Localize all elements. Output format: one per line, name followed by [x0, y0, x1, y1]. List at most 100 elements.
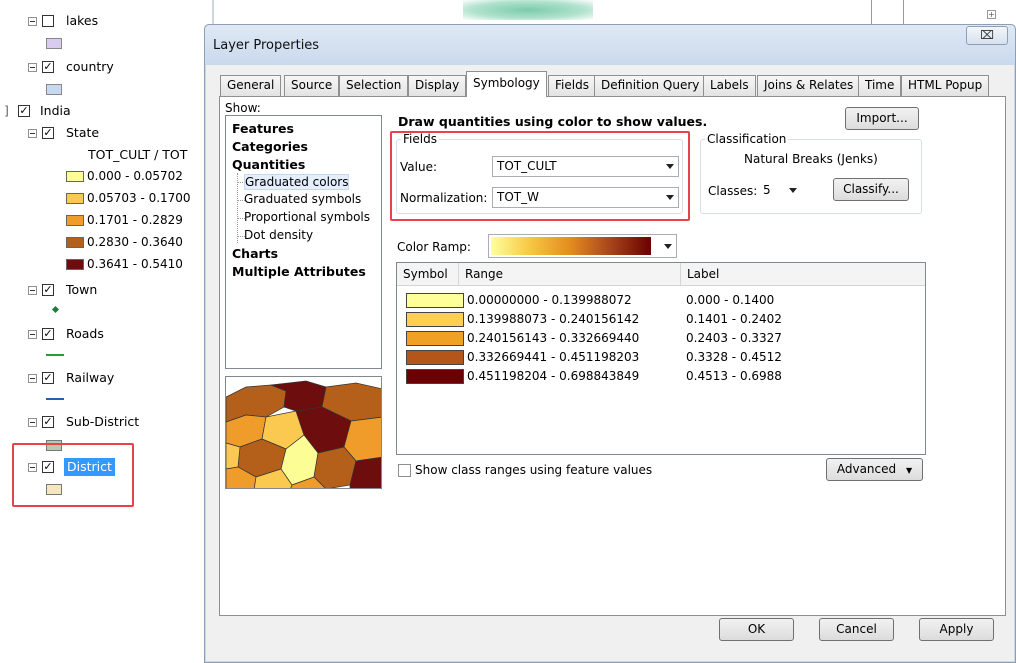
renderer-multiple-attributes[interactable]: Multiple Attributes	[232, 264, 366, 279]
class-range[interactable]: 0.240156143 - 0.332669440	[467, 329, 639, 347]
tab-time[interactable]: Time	[858, 75, 902, 96]
layer-name: country	[66, 59, 114, 74]
collapse-icon[interactable]	[28, 17, 37, 26]
class-range[interactable]: 0.139988073 - 0.240156142	[467, 310, 639, 328]
map-fragment	[463, 0, 593, 20]
legend-label: 0.000 - 0.05702	[87, 169, 183, 183]
expand-icon[interactable]: +	[987, 10, 996, 19]
tab-general[interactable]: General	[220, 75, 282, 96]
tab-joins-relates[interactable]: Joins & Relates	[757, 75, 861, 96]
close-icon: ⌧	[980, 28, 994, 42]
table-row[interactable]: 0.451198204 - 0.698843849 0.4513 - 0.6988	[397, 367, 925, 385]
layer-name: State	[66, 125, 100, 140]
dialog-client: General Source Selection Display Symbolo…	[211, 65, 1009, 656]
tab-fields[interactable]: Fields	[548, 75, 596, 96]
class-symbol-swatch[interactable]	[406, 369, 464, 384]
tab-display[interactable]: Display	[408, 75, 467, 96]
cancel-button[interactable]: Cancel	[819, 618, 894, 641]
advanced-button[interactable]: Advanced ▼	[826, 458, 923, 481]
renderer-proportional-symbols[interactable]: Proportional symbols	[244, 210, 370, 224]
table-row[interactable]: 0.240156143 - 0.332669440 0.2403 - 0.3327	[397, 329, 925, 347]
preview-map-image	[226, 377, 381, 488]
classification-group-title: Classification	[705, 132, 789, 146]
tab-labels[interactable]: Labels	[703, 75, 756, 96]
class-range[interactable]: 0.332669441 - 0.451198203	[467, 348, 639, 366]
renderer-categories[interactable]: Categories	[232, 139, 308, 154]
classes-select[interactable]: 5	[758, 180, 802, 201]
classification-method: Natural Breaks (Jenks)	[744, 152, 878, 166]
tab-selection[interactable]: Selection	[339, 75, 409, 96]
collapse-icon[interactable]	[28, 286, 37, 295]
checkbox-checked-icon[interactable]: ✓	[42, 127, 54, 139]
show-ranges-checkbox[interactable]	[398, 464, 411, 477]
close-button[interactable]: ⌧	[966, 26, 1008, 45]
renderer-dot-density[interactable]: Dot density	[244, 228, 313, 242]
checkbox-checked-icon[interactable]: ✓	[42, 328, 54, 340]
state-field-name: TOT_CULT / TOT	[88, 147, 188, 162]
renderer-graduated-colors[interactable]: Graduated colors	[244, 174, 350, 190]
class-symbol-table[interactable]: Symbol Range Label 0.00000000 - 0.139988…	[396, 262, 926, 455]
checkbox-checked-icon[interactable]: ✓	[42, 284, 54, 296]
layer-name: Railway	[66, 370, 115, 385]
tab-definition-query[interactable]: Definition Query	[594, 75, 707, 96]
renderer-features[interactable]: Features	[232, 121, 294, 136]
tree-connector	[237, 173, 238, 243]
classify-button[interactable]: Classify...	[833, 178, 909, 201]
legend-swatch	[66, 259, 84, 270]
collapse-icon[interactable]	[28, 418, 37, 427]
import-button[interactable]: Import...	[845, 107, 919, 130]
map-divider	[871, 0, 872, 24]
class-label[interactable]: 0.3328 - 0.4512	[686, 348, 782, 366]
show-ranges-label: Show class ranges using feature values	[415, 463, 653, 477]
tab-symbology[interactable]: Symbology	[466, 71, 547, 97]
checkbox-checked-icon[interactable]: ✓	[42, 372, 54, 384]
renderer-list[interactable]: Features Categories Quantities Graduated…	[225, 115, 382, 369]
lakes-swatch	[46, 38, 62, 49]
table-row[interactable]: 0.00000000 - 0.139988072 0.000 - 0.1400	[397, 291, 925, 309]
layer-name: Roads	[66, 326, 104, 341]
show-label: Show:	[225, 101, 261, 115]
class-symbol-swatch[interactable]	[406, 312, 464, 327]
table-row[interactable]: 0.139988073 - 0.240156142 0.1401 - 0.2402	[397, 310, 925, 328]
renderer-graduated-symbols[interactable]: Graduated symbols	[244, 192, 361, 206]
class-symbol-swatch[interactable]	[406, 350, 464, 365]
class-symbol-swatch[interactable]	[406, 331, 464, 346]
layer-name: Town	[66, 282, 98, 297]
collapse-icon[interactable]	[28, 330, 37, 339]
railway-line-icon	[46, 398, 64, 400]
color-ramp-select[interactable]	[488, 234, 677, 258]
tab-html-popup[interactable]: HTML Popup	[901, 75, 990, 96]
column-header-symbol[interactable]: Symbol	[397, 263, 459, 286]
renderer-quantities[interactable]: Quantities	[232, 157, 305, 172]
class-label[interactable]: 0.2403 - 0.3327	[686, 329, 782, 347]
checkbox-checked-icon[interactable]: ✓	[42, 61, 54, 73]
class-label[interactable]: 0.4513 - 0.6988	[686, 367, 782, 385]
checkbox-checked-icon[interactable]: ✓	[42, 416, 54, 428]
class-range[interactable]: 0.00000000 - 0.139988072	[467, 291, 632, 309]
class-symbol-swatch[interactable]	[406, 293, 464, 308]
renderer-charts[interactable]: Charts	[232, 246, 278, 261]
checkbox-checked-icon[interactable]: ✓	[18, 105, 30, 117]
class-label[interactable]: 0.000 - 0.1400	[686, 291, 774, 309]
collapse-icon[interactable]	[28, 63, 37, 72]
legend-label: 0.05703 - 0.1700	[87, 191, 191, 205]
legend-swatch	[66, 171, 84, 182]
renderer-description: Draw quantities using color to show valu…	[398, 114, 708, 129]
column-header-range[interactable]: Range	[459, 263, 681, 286]
collapse-icon[interactable]	[28, 374, 37, 383]
color-ramp-label: Color Ramp:	[397, 240, 471, 254]
table-row[interactable]: 0.332669441 - 0.451198203 0.3328 - 0.4512	[397, 348, 925, 366]
dialog-titlebar[interactable]: Layer Properties ⌧	[205, 25, 1015, 65]
town-point-icon	[51, 305, 60, 314]
ok-button[interactable]: OK	[719, 618, 794, 641]
table-of-contents: lakes ✓ country ] ✓ India ✓ State TOT_CU…	[0, 0, 215, 663]
apply-button[interactable]: Apply	[919, 618, 994, 641]
legend-swatch	[66, 237, 84, 248]
tab-source[interactable]: Source	[284, 75, 340, 96]
column-header-label[interactable]: Label	[681, 263, 925, 286]
class-label[interactable]: 0.1401 - 0.2402	[686, 310, 782, 328]
layer-name: lakes	[66, 13, 99, 28]
class-range[interactable]: 0.451198204 - 0.698843849	[467, 367, 639, 385]
collapse-icon[interactable]	[28, 129, 37, 138]
layer-checkbox[interactable]	[42, 15, 54, 27]
